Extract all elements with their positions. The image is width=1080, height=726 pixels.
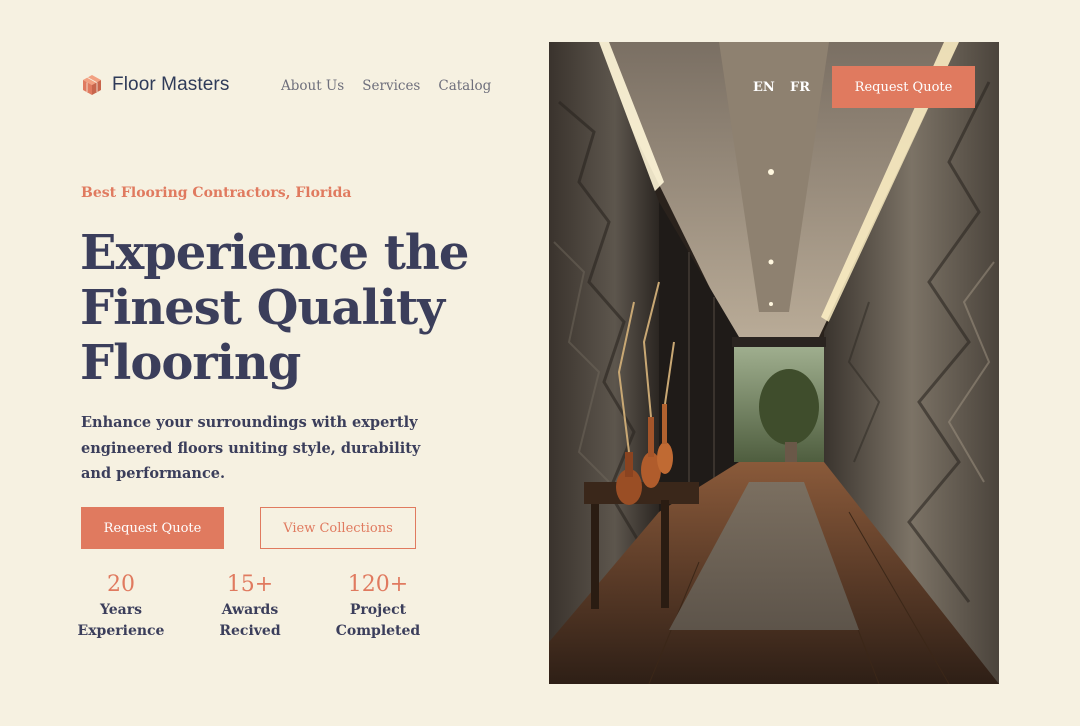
stat-value: 15+ — [226, 572, 274, 597]
request-quote-button[interactable]: Request Quote — [81, 507, 224, 549]
stat-label-line-1: Awards — [221, 602, 279, 618]
headline-line-2: Finest Quality — [80, 280, 445, 336]
stat-years: 20 Years Experience — [61, 570, 181, 642]
nav-catalog[interactable]: Catalog — [438, 78, 491, 94]
stat-label-line-2: Recived — [219, 623, 281, 639]
hallway-photo — [549, 42, 999, 684]
stat-value: 20 — [107, 572, 135, 597]
stat-label-line-2: Completed — [335, 623, 421, 639]
header-request-quote-button[interactable]: Request Quote — [832, 66, 975, 108]
stat-label-line-1: Project — [349, 602, 407, 618]
lang-en[interactable]: EN — [753, 80, 775, 95]
cube-icon — [83, 75, 101, 95]
headline-line-1: Experience the — [80, 225, 469, 281]
nav-about-us[interactable]: About Us — [281, 78, 344, 94]
lang-fr[interactable]: FR — [790, 80, 810, 95]
stat-label-line-2: Experience — [77, 623, 165, 639]
headline-line-3: Flooring — [80, 335, 301, 391]
stat-awards: 15+ Awards Recived — [190, 570, 310, 642]
main-nav: About Us Services Catalog — [281, 78, 491, 94]
hero-image — [549, 42, 999, 684]
brand-name: Floor Masters — [112, 74, 230, 95]
stat-label-line-1: Years — [99, 602, 142, 618]
brand-logo[interactable]: Floor Masters — [82, 74, 229, 96]
nav-services[interactable]: Services — [362, 78, 420, 94]
stat-value: 120+ — [347, 572, 409, 597]
stat-projects: 120+ Project Completed — [318, 570, 438, 642]
hero-lead: Enhance your surroundings with expertly … — [81, 414, 421, 482]
hero-eyebrow: Best Flooring Contractors, Florida — [81, 185, 352, 201]
hero-headline: Experience the Finest Quality Flooring — [80, 226, 530, 391]
view-collections-button[interactable]: View Collections — [260, 507, 416, 549]
